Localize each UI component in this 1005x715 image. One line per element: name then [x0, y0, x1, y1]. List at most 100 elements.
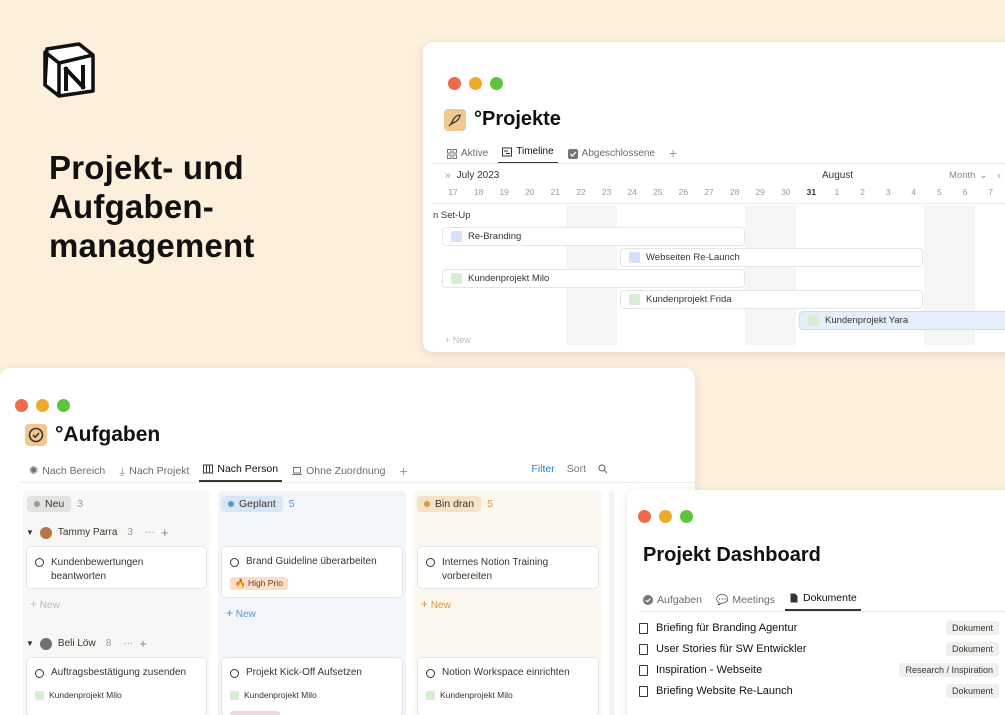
tab-label: Nach Projekt	[129, 465, 190, 477]
card-title: Auftragsbestätigung zusenden	[51, 667, 187, 678]
tab-abgeschlossene[interactable]: Abgeschlossene	[564, 148, 659, 164]
tab-nach-bereich[interactable]: ✺ Nach Bereich	[25, 464, 109, 482]
check-circle-icon	[643, 595, 653, 605]
close-dot[interactable]	[638, 510, 651, 523]
rocket-green-icon	[230, 690, 239, 700]
collapse-icon[interactable]: »	[445, 170, 451, 181]
document-row[interactable]: Briefing Website Re-Launch Dokument	[639, 684, 999, 698]
document-tag: Dokument	[945, 642, 999, 656]
headline-line: Aufgaben-	[49, 188, 214, 225]
sort-button[interactable]: Sort	[567, 463, 586, 475]
tab-aktive[interactable]: Aktive	[443, 148, 492, 164]
day-label: 5	[937, 187, 942, 197]
zoom-select[interactable]: Month ⌄ ‹	[949, 170, 1001, 181]
chevron-left-icon[interactable]: ‹	[997, 170, 1000, 181]
close-dot[interactable]	[15, 399, 28, 412]
document-icon	[639, 643, 648, 655]
timeline-bar[interactable]: Kundenprojekt Milo	[442, 269, 745, 288]
card-project: Kundenprojekt Milo	[440, 690, 513, 700]
bar-label: Webseiten Re-Launch	[646, 252, 740, 263]
add-view-button[interactable]: +	[665, 145, 681, 164]
task-card[interactable]: Kundenbewertungen beantworten	[26, 546, 207, 589]
maximize-dot[interactable]	[680, 510, 693, 523]
tab-meetings[interactable]: 💬 Meetings	[712, 594, 779, 611]
priority-tag: 🔥 High Prio	[230, 577, 288, 590]
minimize-dot[interactable]	[469, 77, 482, 90]
minimize-dot[interactable]	[36, 399, 49, 412]
add-icon[interactable]: +	[161, 525, 169, 540]
chevron-down-icon[interactable]: ▼	[26, 639, 34, 648]
document-title: Inspiration - Webseite	[656, 664, 763, 676]
new-card-button[interactable]: + New	[421, 597, 451, 611]
tab-nach-person[interactable]: Nach Person	[199, 463, 283, 482]
new-button[interactable]: + New	[445, 335, 471, 345]
chevron-down-icon[interactable]: ▼	[26, 528, 34, 537]
headline-line: management	[49, 227, 255, 264]
tab-timeline[interactable]: Timeline	[498, 146, 558, 164]
rocket-blue-icon	[451, 231, 462, 242]
document-title: Briefing für Branding Agentur	[656, 622, 798, 634]
tab-aufgaben[interactable]: Aufgaben	[639, 594, 706, 611]
tab-label: Dokumente	[803, 592, 857, 604]
task-card[interactable]: Notion Workspace einrichten Kundenprojek…	[417, 657, 599, 715]
document-icon	[639, 685, 648, 697]
rocket-green-icon	[35, 690, 44, 700]
maximize-dot[interactable]	[57, 399, 70, 412]
search-icon[interactable]	[598, 464, 608, 474]
day-label: 6	[962, 187, 968, 197]
document-icon	[790, 593, 798, 603]
task-card[interactable]: Internes Notion Training vorbereiten	[417, 546, 599, 589]
card-project: Kundenprojekt Milo	[49, 690, 122, 700]
day-label: 22	[576, 187, 586, 197]
tab-ohne-zuordnung[interactable]: Ohne Zuordnung	[288, 465, 389, 482]
filter-button[interactable]: Filter	[531, 463, 554, 475]
chat-icon: 💬	[715, 594, 729, 606]
new-label: New	[430, 600, 451, 611]
new-card-button[interactable]: + New	[226, 606, 256, 620]
document-row[interactable]: User Stories für SW Entwickler Dokument	[639, 642, 999, 656]
day-label: 23	[601, 187, 612, 197]
document-row[interactable]: Inspiration - Webseite Research / Inspir…	[639, 663, 999, 677]
rocket-green-icon	[451, 273, 462, 284]
day-label: 21	[550, 187, 561, 197]
maximize-dot[interactable]	[490, 77, 503, 90]
tab-nach-projekt[interactable]: ⍊ Nach Projekt	[115, 465, 193, 482]
group-header[interactable]: ▼ Beli Löw 8 ··· +	[26, 636, 147, 651]
more-icon[interactable]: ···	[145, 527, 155, 538]
grid-icon	[447, 148, 457, 159]
day-label: 24	[627, 187, 637, 197]
window-controls	[15, 399, 70, 412]
timeline-bar[interactable]: Kundenprojekt Frida	[620, 290, 923, 309]
new-card-button[interactable]: + New	[30, 597, 60, 611]
rocket-green-icon	[426, 690, 435, 700]
group-header[interactable]: ▼ Tammy Parra 3 ··· +	[26, 525, 169, 540]
document-row[interactable]: Briefing für Branding Agentur Dokument	[639, 621, 999, 635]
column-header-neu[interactable]: Neu 3	[27, 496, 83, 512]
tab-dokumente[interactable]: Dokumente	[785, 592, 861, 611]
day-label: 1	[834, 187, 840, 197]
day-label: 19	[499, 187, 509, 197]
column-label: Bin dran	[435, 498, 475, 510]
timeline-bar[interactable]: Webseiten Re-Launch	[620, 248, 923, 267]
add-icon[interactable]: +	[139, 636, 147, 651]
task-card[interactable]: Projekt Kick-Off Aufsetzen Kundenprojekt…	[221, 657, 403, 715]
close-dot[interactable]	[448, 77, 461, 90]
task-card[interactable]: Auftragsbestätigung zusenden Kundenproje…	[26, 657, 207, 715]
column-header-bin-dran[interactable]: Bin dran 5	[417, 496, 493, 512]
minimize-dot[interactable]	[659, 510, 672, 523]
more-icon[interactable]: ···	[123, 638, 133, 649]
task-card[interactable]: Brand Guideline überarbeiten 🔥 High Prio	[221, 546, 403, 598]
projekte-tabs: Aktive Timeline Abgeschlossene +	[443, 145, 687, 164]
check-circle-icon	[230, 558, 239, 567]
bar-label: Kundenprojekt Frida	[646, 294, 732, 305]
group-count: 8	[105, 638, 112, 649]
rocket-blue-icon	[629, 252, 640, 263]
board-icon	[203, 464, 214, 474]
timeline-bar[interactable]: Kundenprojekt Yara	[799, 311, 1005, 330]
laptop-icon	[292, 467, 303, 475]
group-name: Beli Löw	[57, 638, 96, 649]
add-view-button[interactable]: +	[395, 463, 411, 482]
timeline-bar[interactable]: Re-Branding	[442, 227, 745, 246]
column-header-geplant[interactable]: Geplant 5	[221, 496, 295, 512]
day-label: 4	[911, 187, 917, 197]
